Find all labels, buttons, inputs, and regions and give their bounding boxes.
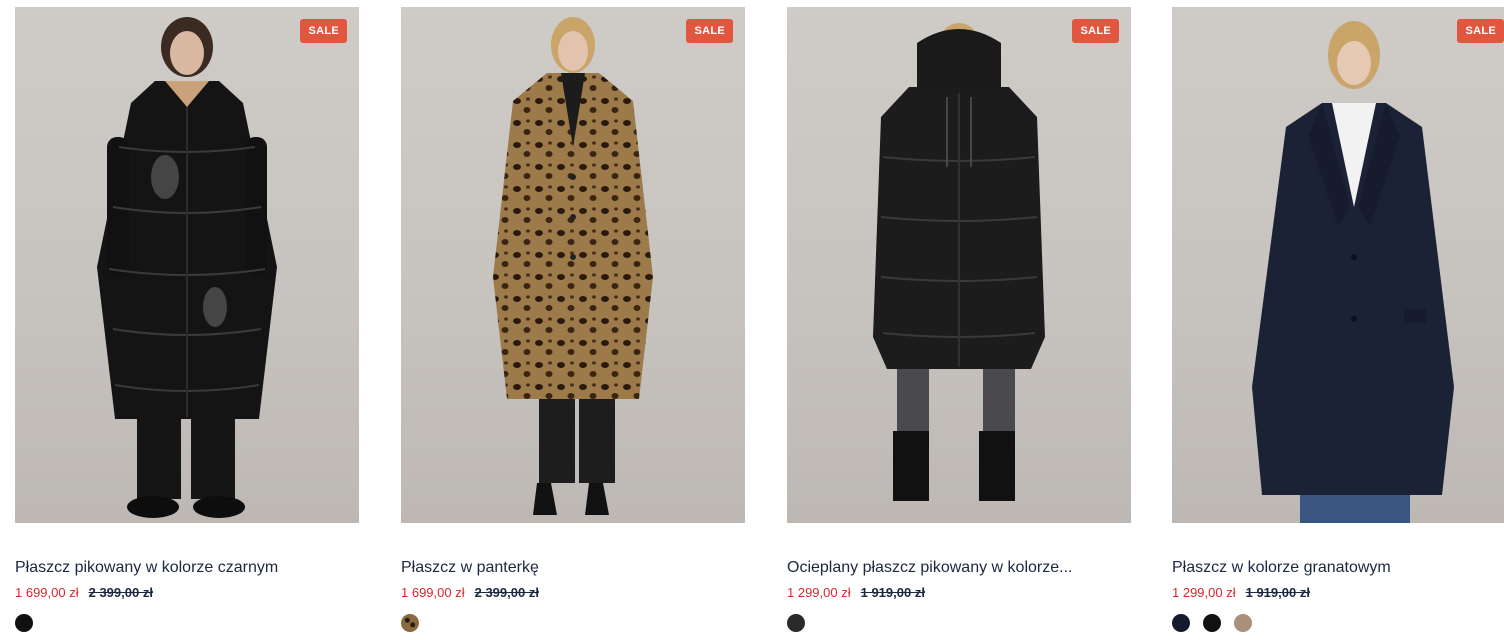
- product-prices: 1 299,00 zł 1 919,00 zł: [787, 585, 925, 601]
- product-card[interactable]: SALE Płaszcz w kolorze granatowym 1 299,…: [1172, 7, 1504, 637]
- coat-illustration: [873, 23, 1045, 501]
- color-swatch-black[interactable]: [787, 614, 805, 632]
- product-image[interactable]: SALE: [1172, 7, 1504, 523]
- color-swatch-beige[interactable]: [1234, 614, 1252, 632]
- sale-price: 1 299,00 zł: [787, 585, 851, 600]
- color-swatches: [1172, 614, 1252, 632]
- product-card[interactable]: SALE Płaszcz pikowany w kolorze czarnym …: [15, 7, 359, 637]
- color-swatches: [401, 614, 419, 632]
- product-prices: 1 299,00 zł 1 919,00 zł: [1172, 585, 1310, 601]
- color-swatch-navy[interactable]: [1172, 614, 1190, 632]
- product-name[interactable]: Płaszcz pikowany w kolorze czarnym: [15, 558, 359, 578]
- product-name[interactable]: Płaszcz w panterkę: [401, 558, 745, 578]
- sale-price: 1 299,00 zł: [1172, 585, 1236, 600]
- product-name[interactable]: Ocieplany płaszcz pikowany w kolorze...: [787, 558, 1131, 578]
- color-swatch-black[interactable]: [1203, 614, 1221, 632]
- color-swatches: [15, 614, 33, 632]
- color-swatch-leopard[interactable]: [401, 614, 419, 632]
- sale-badge: SALE: [686, 19, 733, 43]
- sale-badge: SALE: [1072, 19, 1119, 43]
- product-card[interactable]: SALE Ocieplany płaszcz pikowany w kolorz…: [787, 7, 1131, 637]
- sale-badge: SALE: [300, 19, 347, 43]
- sale-price: 1 699,00 zł: [15, 585, 79, 600]
- original-price: 1 919,00 zł: [860, 585, 925, 600]
- product-card[interactable]: SALE Płaszcz w panterkę 1 699,00 zł 2 399…: [401, 7, 745, 637]
- product-prices: 1 699,00 zł 2 399,00 zł: [15, 585, 153, 601]
- color-swatch-black[interactable]: [15, 614, 33, 632]
- coat-illustration: [1252, 21, 1454, 523]
- sale-price: 1 699,00 zł: [401, 585, 465, 600]
- product-image[interactable]: SALE: [787, 7, 1131, 523]
- original-price: 1 919,00 zł: [1245, 585, 1310, 600]
- original-price: 2 399,00 zł: [88, 585, 153, 600]
- product-name[interactable]: Płaszcz w kolorze granatowym: [1172, 558, 1504, 578]
- coat-illustration: [493, 17, 653, 515]
- color-swatches: [787, 614, 805, 632]
- product-grid: SALE Płaszcz pikowany w kolorze czarnym …: [0, 0, 1504, 640]
- product-image[interactable]: SALE: [15, 7, 359, 523]
- product-prices: 1 699,00 zł 2 399,00 zł: [401, 585, 539, 601]
- product-image[interactable]: SALE: [401, 7, 745, 523]
- coat-illustration: [97, 17, 277, 518]
- sale-badge: SALE: [1457, 19, 1504, 43]
- original-price: 2 399,00 zł: [474, 585, 539, 600]
